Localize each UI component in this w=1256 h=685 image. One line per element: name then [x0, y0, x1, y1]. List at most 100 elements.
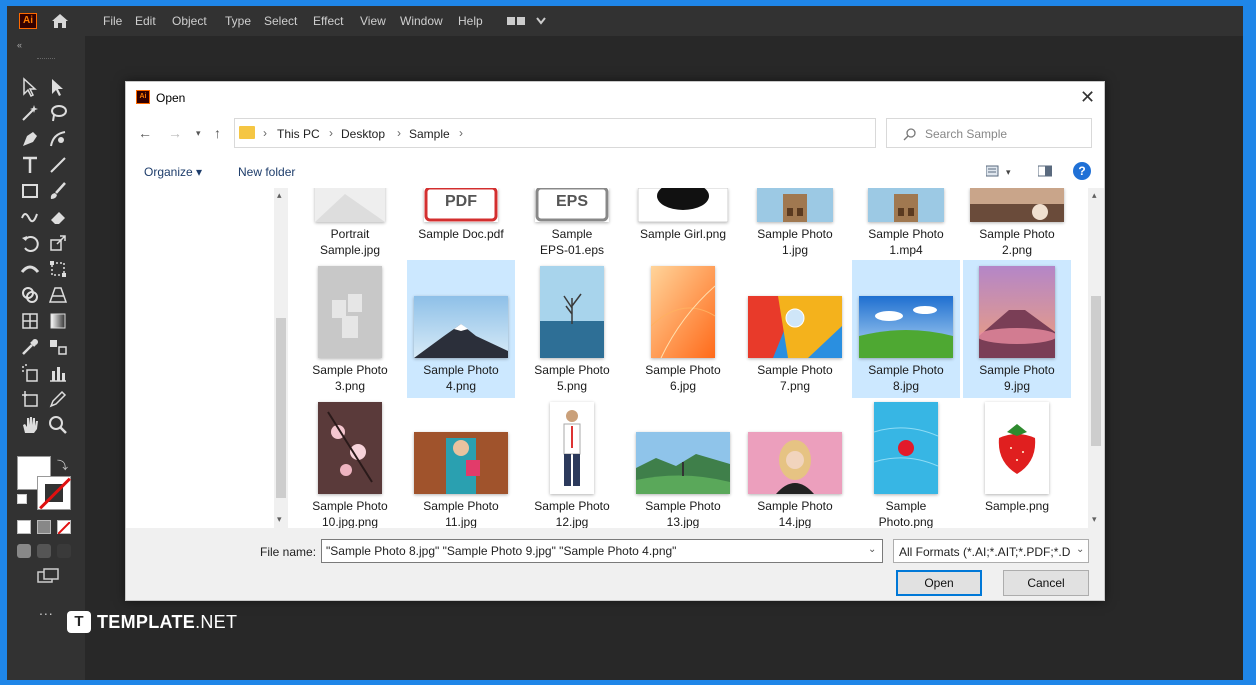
menu-file[interactable]: File [103, 14, 122, 28]
breadcrumb-separator[interactable]: › [329, 126, 333, 140]
file-type-dropdown-icon[interactable]: ⌄ [1076, 544, 1084, 555]
paintbrush-tool-icon[interactable] [47, 180, 69, 202]
file-item[interactable]: PDF Sample Doc.pdf [407, 188, 515, 262]
file-item[interactable]: EPS Sample EPS-01.eps [518, 188, 626, 262]
back-arrow-icon[interactable]: ← [138, 125, 152, 141]
collapse-panel-icon[interactable]: « [17, 40, 22, 50]
perspective-grid-tool-icon[interactable] [47, 284, 69, 306]
change-view-icon[interactable] [986, 165, 1000, 177]
shaper-tool-icon[interactable] [19, 206, 41, 228]
magic-wand-tool-icon[interactable] [19, 102, 41, 124]
file-item[interactable]: Sample Photo 6.jpg [629, 260, 737, 398]
new-folder-button[interactable]: New folder [238, 165, 295, 179]
home-icon[interactable] [51, 13, 69, 29]
breadcrumb-separator[interactable]: › [397, 126, 401, 140]
symbol-sprayer-tool-icon[interactable] [19, 362, 41, 384]
file-item[interactable]: Sample Photo 3.png [296, 260, 404, 398]
scrollbar-thumb[interactable] [1091, 296, 1101, 446]
breadcrumb-this-pc[interactable]: This PC [277, 127, 320, 141]
dialog-title-bar[interactable]: Ai Open ✕ [126, 82, 1104, 114]
panel-grip[interactable] [37, 58, 55, 60]
file-list-scrollbar[interactable]: ▴ ▾ [1088, 188, 1104, 528]
file-item[interactable]: Sample Photo 2.png [963, 188, 1071, 262]
scrollbar-thumb[interactable] [276, 318, 286, 498]
shape-builder-tool-icon[interactable] [19, 284, 41, 306]
eyedropper-tool-icon[interactable] [19, 336, 41, 358]
file-item[interactable]: Sample Photo 14.jpg [741, 398, 849, 528]
screen-mode-icon[interactable] [37, 568, 59, 586]
menu-view[interactable]: View [360, 14, 386, 28]
menu-help[interactable]: Help [458, 14, 483, 28]
artboard-tool-icon[interactable] [19, 388, 41, 410]
pen-tool-icon[interactable] [19, 128, 41, 150]
help-icon[interactable]: ? [1073, 162, 1091, 180]
navigation-pane[interactable] [126, 188, 292, 528]
menu-object[interactable]: Object [172, 14, 207, 28]
breadcrumb-separator[interactable]: › [263, 126, 267, 140]
menu-effect[interactable]: Effect [313, 14, 343, 28]
file-item[interactable]: Portrait Sample.jpg [296, 188, 404, 262]
file-item[interactable]: Sample Photo 11.jpg [407, 398, 515, 528]
file-item[interactable]: Sample Photo 13.jpg [629, 398, 737, 528]
organize-button[interactable]: Organize ▾ [144, 165, 202, 179]
default-fill-stroke-icon[interactable] [17, 494, 27, 504]
preview-pane-icon[interactable] [1038, 165, 1052, 177]
lasso-tool-icon[interactable] [47, 102, 69, 124]
file-item[interactable]: Sample Photo 8.jpg [852, 260, 960, 398]
menu-type[interactable]: Type [225, 14, 251, 28]
file-name-dropdown-icon[interactable]: ⌄ [868, 544, 876, 555]
up-arrow-icon[interactable]: ↑ [214, 125, 221, 141]
direct-selection-tool-icon[interactable] [47, 76, 69, 98]
open-button[interactable]: Open [896, 570, 982, 596]
menu-edit[interactable]: Edit [135, 14, 156, 28]
breadcrumb-sample[interactable]: Sample [409, 127, 450, 141]
stroke-color-swatch[interactable] [37, 476, 71, 510]
draw-behind-button[interactable] [37, 544, 51, 558]
file-item[interactable]: Sample Photo 7.png [741, 260, 849, 398]
breadcrumb-desktop[interactable]: Desktop [341, 127, 385, 141]
file-item[interactable]: Sample Girl.png [629, 188, 737, 262]
file-item[interactable]: Sample Photo.png [852, 398, 960, 528]
eraser-tool-icon[interactable] [47, 206, 69, 228]
forward-arrow-icon[interactable]: → [168, 125, 182, 141]
line-tool-icon[interactable] [47, 154, 69, 176]
file-type-select[interactable]: All Formats (*.AI;*.AIT;*.PDF;*.D [893, 539, 1089, 563]
swap-fill-stroke-icon[interactable]: ⤵ [57, 457, 68, 473]
edit-toolbar-icon[interactable]: ... [39, 602, 54, 618]
menu-window[interactable]: Window [400, 14, 443, 28]
selection-tool-icon[interactable] [19, 76, 41, 98]
scroll-up-icon[interactable]: ▴ [277, 190, 282, 201]
search-input[interactable] [925, 125, 1085, 143]
draw-inside-button[interactable] [57, 544, 71, 558]
scroll-down-icon[interactable]: ▾ [1092, 514, 1097, 525]
type-tool-icon[interactable] [19, 154, 41, 176]
breadcrumb-separator[interactable]: › [459, 126, 463, 140]
column-graph-tool-icon[interactable] [47, 362, 69, 384]
file-item[interactable]: Sample Photo 9.jpg [963, 260, 1071, 398]
gradient-mode-button[interactable] [37, 520, 51, 534]
hand-tool-icon[interactable] [19, 414, 41, 436]
file-item[interactable]: Sample Photo 1.jpg [741, 188, 849, 262]
scroll-up-icon[interactable]: ▴ [1092, 190, 1097, 201]
file-item[interactable]: Sample Photo 1.mp4 [852, 188, 960, 262]
cancel-button[interactable]: Cancel [1003, 570, 1089, 596]
scale-tool-icon[interactable] [47, 232, 69, 254]
address-bar[interactable]: › This PC › Desktop › Sample › ⌄ ↻ [234, 118, 969, 148]
draw-normal-button[interactable] [17, 544, 31, 558]
file-name-input[interactable] [321, 539, 883, 563]
recent-locations-icon[interactable]: ▾ [196, 128, 201, 139]
search-box[interactable] [886, 118, 1092, 148]
mesh-tool-icon[interactable] [19, 310, 41, 332]
file-item[interactable]: Sample Photo 5.png [518, 260, 626, 398]
file-item[interactable]: Sample.png [963, 398, 1071, 528]
pencil-tool-icon[interactable] [47, 388, 69, 410]
none-mode-button[interactable] [57, 520, 71, 535]
curvature-tool-icon[interactable] [47, 128, 69, 150]
rotate-tool-icon[interactable] [19, 232, 41, 254]
close-icon[interactable]: ✕ [1080, 87, 1095, 108]
file-item[interactable]: Sample Photo 12.jpg [518, 398, 626, 528]
menu-select[interactable]: Select [264, 14, 297, 28]
navigation-scrollbar[interactable]: ▴ ▾ [274, 188, 288, 528]
rectangle-tool-icon[interactable] [19, 180, 41, 202]
zoom-tool-icon[interactable] [47, 414, 69, 436]
